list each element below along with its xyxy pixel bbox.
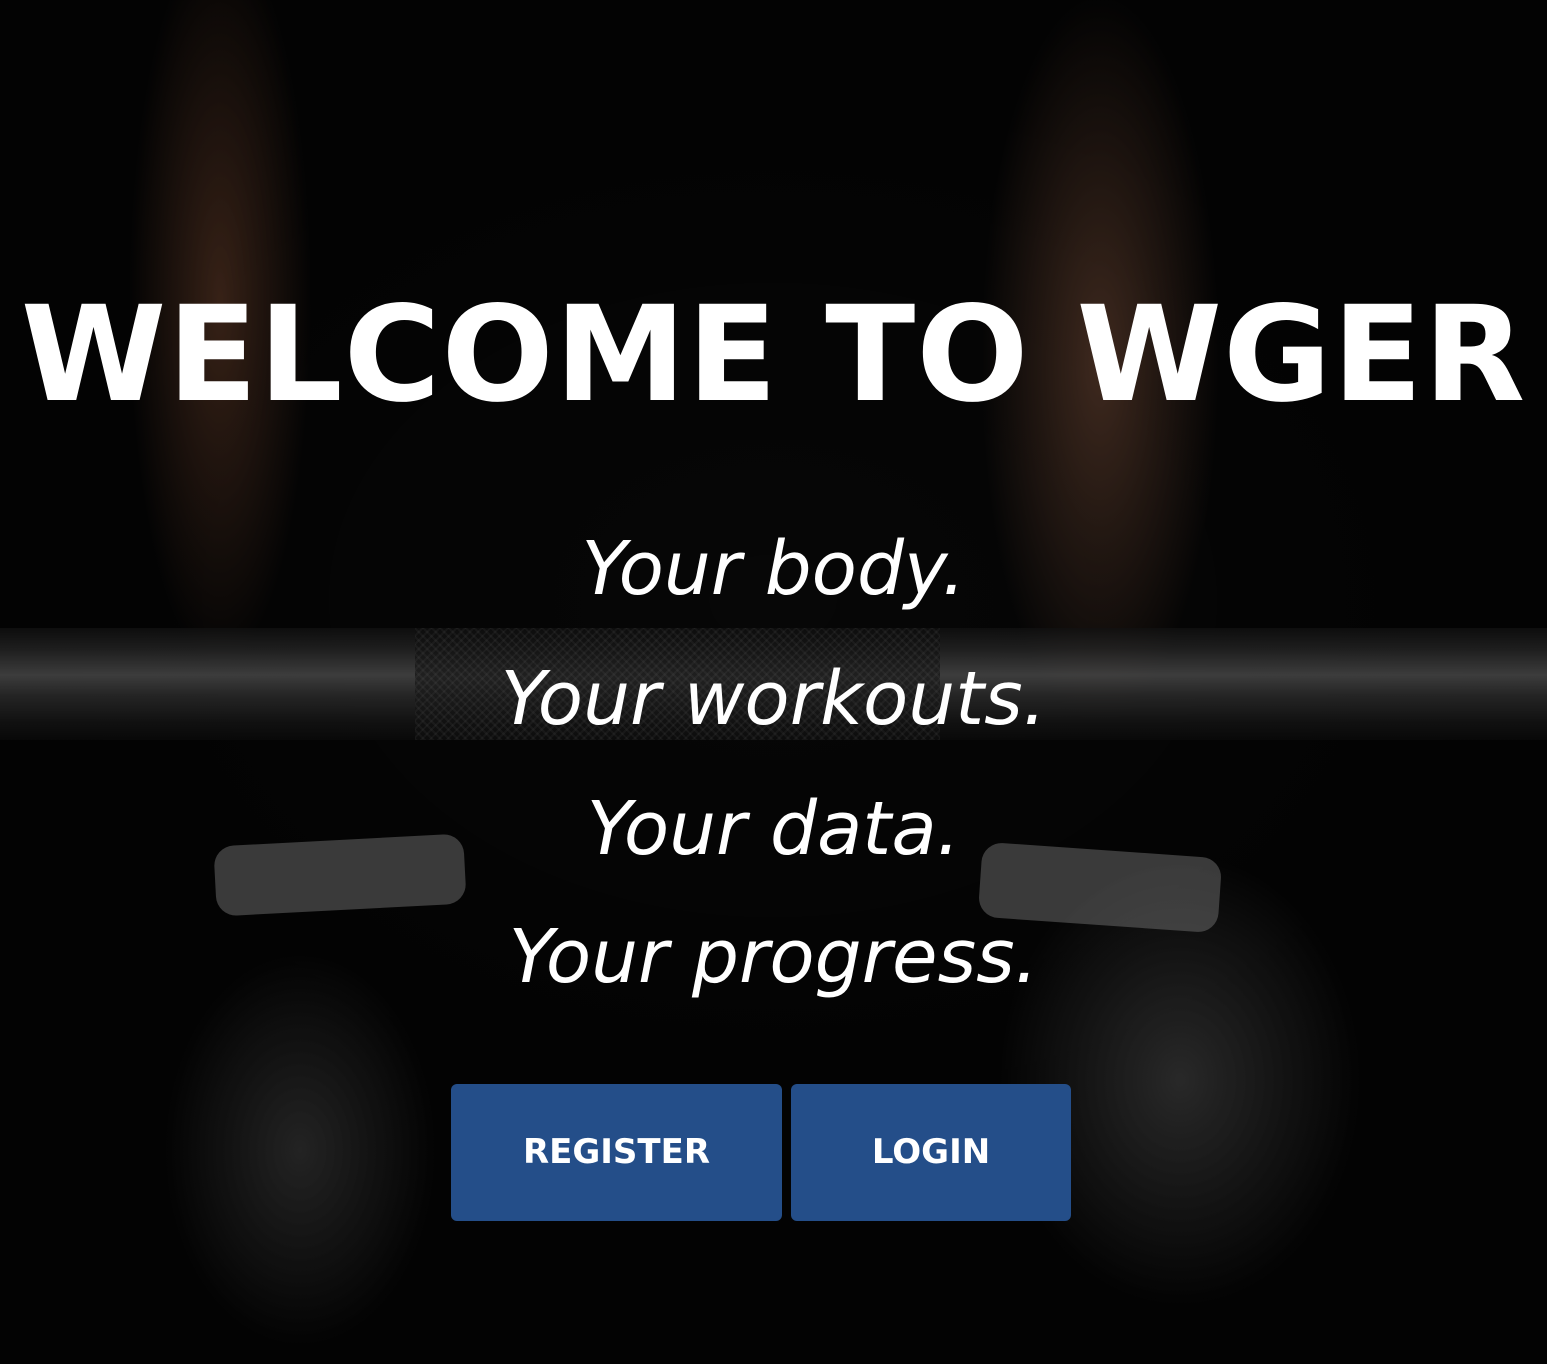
login-button[interactable]: LOGIN	[791, 1084, 1071, 1221]
tagline-body: Your body.	[581, 526, 966, 612]
tagline-progress: Your progress.	[508, 914, 1039, 1000]
tagline-data: Your data.	[586, 786, 961, 872]
tagline-workouts: Your workouts.	[500, 656, 1047, 742]
hero-section: WELCOME TO WGER Your body. Your workouts…	[0, 0, 1547, 1364]
register-button[interactable]: REGISTER	[451, 1084, 782, 1221]
welcome-title: WELCOME TO WGER	[20, 278, 1527, 432]
